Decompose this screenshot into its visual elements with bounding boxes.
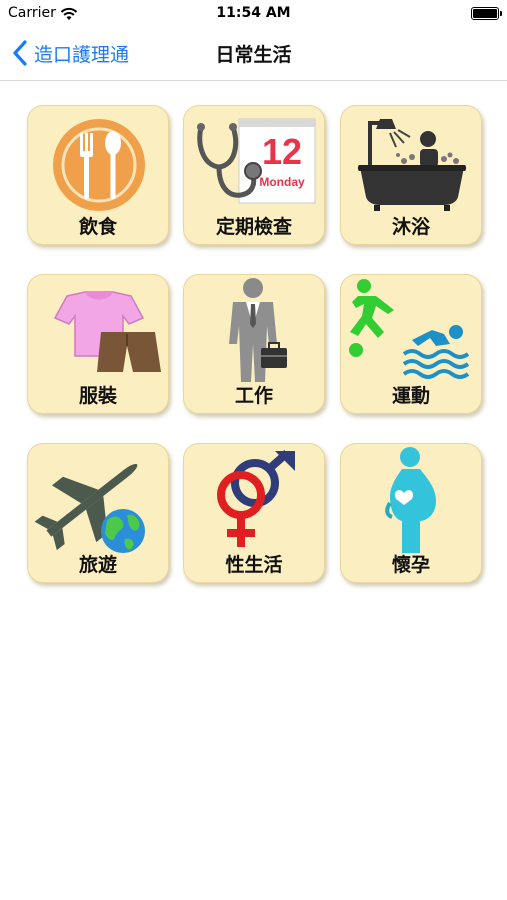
tile-dining[interactable]: 飲食 — [27, 105, 169, 245]
tile-regular-checkup[interactable]: 12 Monday 定期檢查 — [183, 105, 325, 245]
tile-label: 沐浴 — [391, 216, 430, 238]
sports-icon — [349, 279, 470, 379]
bath-icon — [358, 119, 466, 211]
calendar-day: 12 — [261, 131, 303, 172]
tile-bath[interactable]: 沐浴 — [340, 105, 482, 245]
battery-icon — [471, 7, 502, 20]
tile-label: 運動 — [391, 385, 430, 407]
tile-label: 定期檢查 — [215, 216, 292, 238]
tile-label: 工作 — [234, 385, 273, 407]
tile-label: 旅遊 — [78, 554, 117, 576]
page-title: 日常生活 — [215, 44, 292, 66]
tile-label: 性生活 — [225, 554, 283, 576]
tile-travel[interactable]: 旅遊 — [27, 443, 169, 583]
tile-sex-life[interactable]: 性生活 — [183, 443, 325, 583]
clothing-icon — [53, 291, 161, 372]
tile-pregnancy[interactable]: 懷孕 — [340, 443, 482, 583]
tile-label: 飲食 — [78, 216, 117, 238]
clock: 11:54 AM — [216, 5, 291, 21]
calendar-weekday: Monday — [259, 175, 305, 189]
dining-icon — [53, 119, 145, 211]
navigation-bar: 造口護理通 日常生活 — [0, 28, 507, 81]
sex-life-icon — [217, 450, 295, 547]
tile-clothing[interactable]: 服裝 — [27, 274, 169, 414]
travel-icon — [34, 464, 145, 553]
work-icon — [229, 278, 287, 382]
tile-work[interactable]: 工作 — [183, 274, 325, 414]
tile-sports[interactable]: 運動 — [340, 274, 482, 414]
pregnancy-icon — [385, 447, 436, 553]
status-bar: Carrier 11:54 AM — [0, 0, 507, 28]
tile-label: 懷孕 — [391, 554, 430, 576]
tile-label: 服裝 — [78, 385, 117, 407]
